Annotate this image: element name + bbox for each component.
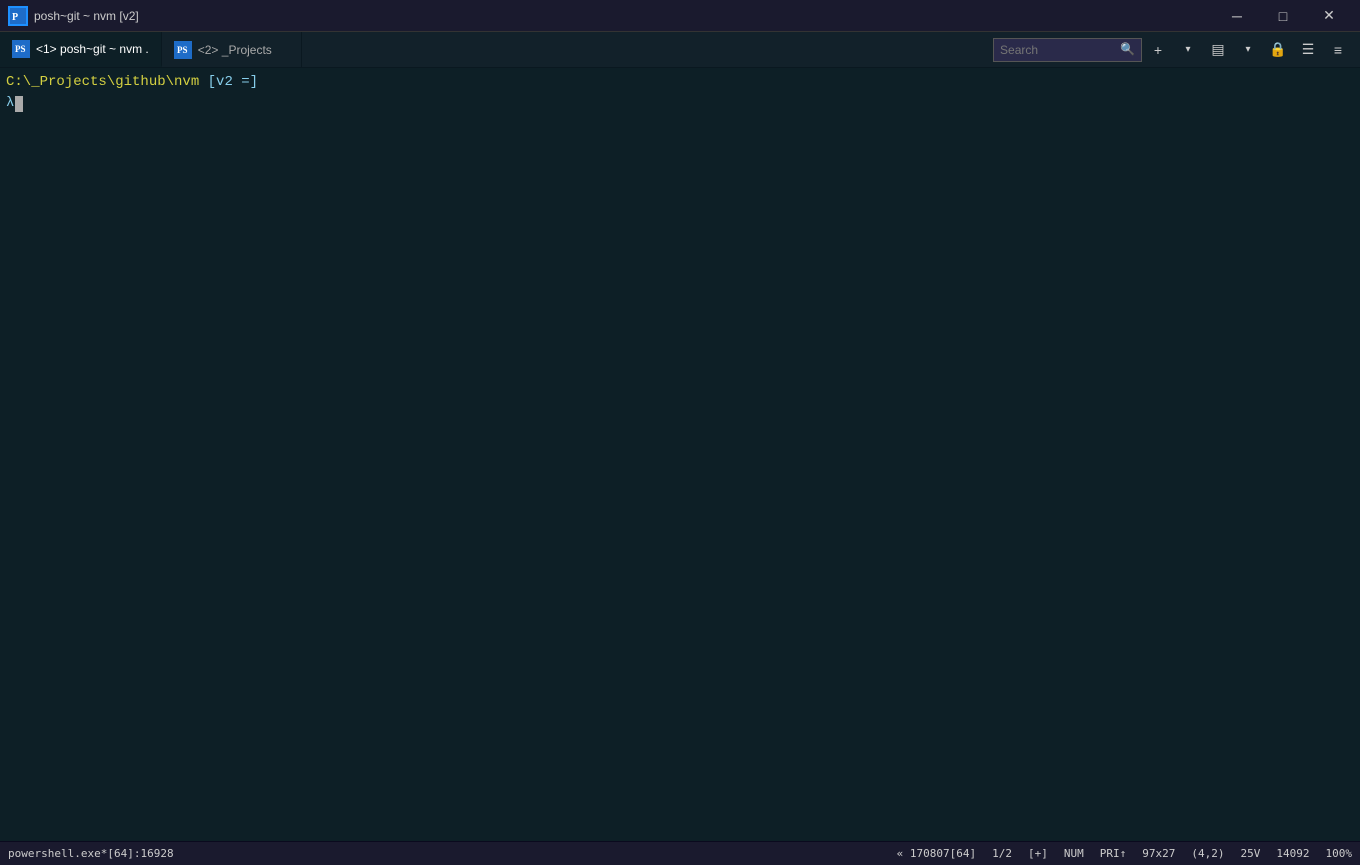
status-right: « 170807[64] 1/2 [+] NUM PRI↑ 97x27 (4,2… (897, 847, 1352, 860)
status-size: 97x27 (1142, 847, 1175, 860)
more-button[interactable]: ≡ (1324, 36, 1352, 64)
search-icon: 🔍 (1120, 42, 1135, 57)
status-mode: [+] (1028, 847, 1048, 860)
svg-text:PS: PS (15, 44, 26, 54)
window-controls: ─ □ ✕ (1214, 0, 1352, 32)
search-box[interactable]: 🔍 (993, 38, 1142, 62)
minimize-button[interactable]: ─ (1214, 0, 1260, 32)
view-dropdown-button[interactable]: ▾ (1234, 36, 1262, 64)
status-line-col: « 170807[64] (897, 847, 976, 860)
branch-open: [v2 (208, 72, 233, 93)
svg-text:P: P (12, 12, 18, 23)
tab-1-label: <1> posh~git ~ nvm . (36, 42, 149, 56)
maximize-button[interactable]: □ (1260, 0, 1306, 32)
svg-text:PS: PS (177, 45, 188, 55)
add-tab-button[interactable]: + (1144, 36, 1172, 64)
status-position: (4,2) (1191, 847, 1224, 860)
close-button[interactable]: ✕ (1306, 0, 1352, 32)
tab-2[interactable]: PS <2> _Projects (162, 32, 302, 67)
search-input[interactable] (1000, 43, 1120, 57)
status-left: powershell.exe*[64]:16928 (8, 847, 897, 860)
toolbar: 🔍 + ▾ ▤ ▾ 🔒 ☰ ≡ (985, 32, 1360, 67)
status-linecount: 14092 (1276, 847, 1309, 860)
status-bar: powershell.exe*[64]:16928 « 170807[64] 1… (0, 841, 1360, 865)
lambda-symbol: λ (6, 93, 14, 114)
terminal-area[interactable]: C:\_Projects\github\nvm [v2 =] λ (0, 68, 1360, 841)
tab-dropdown-button[interactable]: ▾ (1174, 36, 1202, 64)
status-num: NUM (1064, 847, 1084, 860)
tab-1[interactable]: PS <1> posh~git ~ nvm . (0, 32, 162, 67)
status-text: =] (233, 72, 258, 93)
view-button[interactable]: ▤ (1204, 36, 1232, 64)
title-bar: P posh~git ~ nvm [v2] ─ □ ✕ (0, 0, 1360, 32)
status-zoom: 100% (1326, 847, 1353, 860)
lock-button[interactable]: 🔒 (1264, 36, 1292, 64)
window-title: posh~git ~ nvm [v2] (34, 9, 1214, 23)
tab-2-icon: PS (174, 41, 192, 59)
path-text: C:\_Projects\github\nvm (6, 72, 199, 93)
status-pri: PRI↑ (1100, 847, 1127, 860)
cursor (15, 96, 23, 112)
tab-1-icon: PS (12, 40, 30, 58)
status-pane: 1/2 (992, 847, 1012, 860)
status-voltage: 25V (1241, 847, 1261, 860)
app-icon: P (8, 6, 28, 26)
prompt-line-1: C:\_Projects\github\nvm [v2 =] (6, 72, 1354, 93)
tab-bar: PS <1> posh~git ~ nvm . PS <2> _Projects… (0, 32, 1360, 68)
branch-text (199, 72, 207, 93)
tab-2-label: <2> _Projects (198, 43, 272, 57)
lambda-line: λ (6, 93, 1354, 114)
settings-button[interactable]: ☰ (1294, 36, 1322, 64)
